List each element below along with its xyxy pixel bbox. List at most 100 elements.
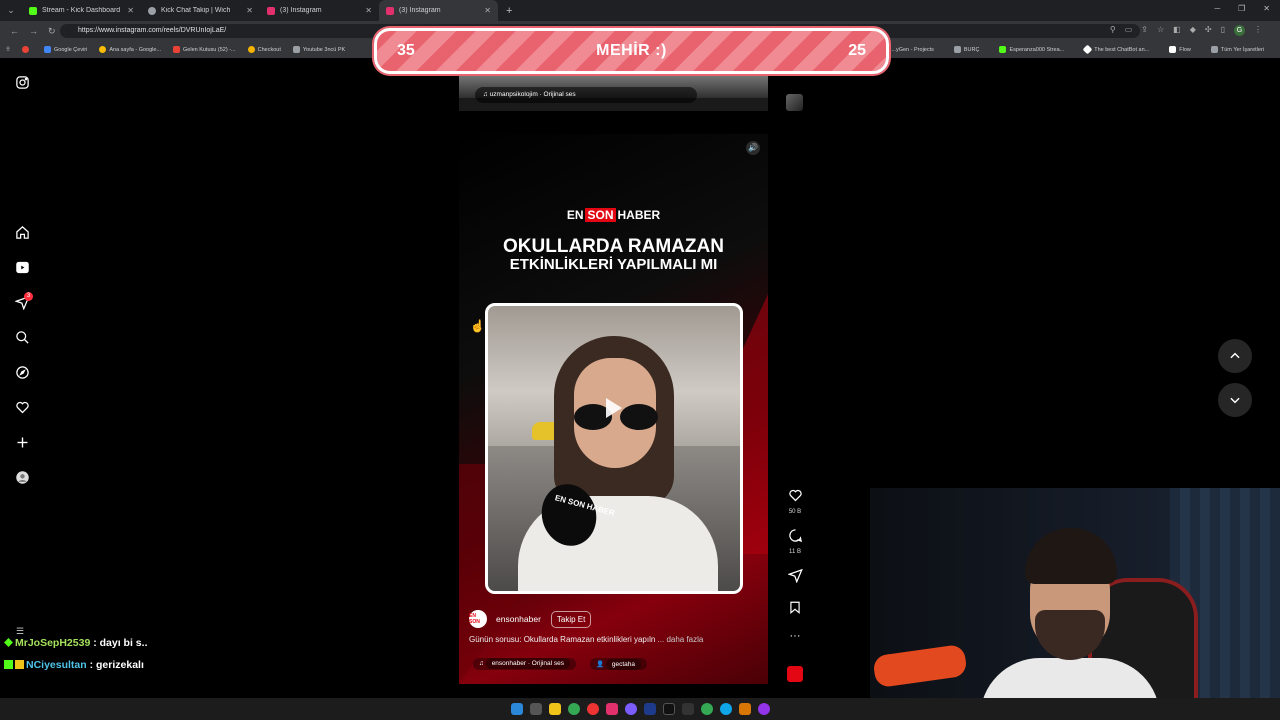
tab-search-icon[interactable]: ⌄ [0, 5, 22, 16]
follow-button[interactable]: Takip Et [550, 610, 592, 628]
bookmark-icon [99, 46, 107, 53]
tab-title: (3) Instagram [399, 7, 441, 14]
previous-reel[interactable]: ♫ uzmanpsikolojim · Orijinal ses [459, 74, 768, 111]
profile-avatar[interactable]: G [1234, 25, 1245, 36]
close-icon[interactable]: ✕ [246, 6, 253, 15]
previous-reel-button[interactable] [1218, 339, 1252, 373]
translate-icon [44, 46, 52, 53]
sidebar-icon[interactable]: ▯ [1221, 25, 1225, 36]
cast-icon[interactable]: ▭ [1125, 25, 1133, 36]
windows-start-icon[interactable] [510, 703, 523, 715]
share-icon[interactable]: ⇪ [1141, 25, 1148, 36]
bookmark-label: Google Çeviri [54, 46, 88, 53]
create-icon[interactable] [14, 434, 30, 450]
app-icon[interactable] [757, 703, 770, 715]
search-icon[interactable] [14, 329, 30, 345]
gmail-icon [173, 46, 181, 53]
zoom-icon[interactable]: ⚲ [1110, 25, 1116, 36]
explore-icon[interactable] [14, 364, 30, 380]
folder-icon [1210, 46, 1218, 53]
audio-link[interactable]: ♫ ensonhaber · Orijinal ses [473, 658, 576, 670]
menu-icon[interactable]: ⋮ [1254, 25, 1262, 36]
like-button[interactable]: 50 B [784, 488, 806, 515]
caption-more-link[interactable]: ... daha fazla [658, 635, 704, 644]
next-reel-button[interactable] [1218, 383, 1252, 417]
chrome-icon[interactable] [700, 703, 713, 715]
close-window-icon[interactable]: ✕ [1263, 4, 1270, 13]
bookmark-label: Flow [1179, 46, 1191, 53]
account-avatar[interactable]: EN SON [469, 610, 487, 628]
close-icon[interactable]: ✕ [365, 6, 372, 15]
app-icon[interactable] [738, 703, 751, 715]
share-button[interactable] [784, 568, 806, 588]
extension-icon[interactable]: ◆ [1190, 25, 1196, 36]
bookmark-label: Ana sayfa - Google... [109, 46, 162, 53]
comment-icon [788, 529, 802, 543]
bookmark-item[interactable]: BURÇ [953, 46, 979, 53]
bookmark-item[interactable]: Youtube 3ncü PK [292, 46, 345, 53]
close-icon[interactable]: ✕ [127, 6, 134, 15]
video-frame[interactable]: EN SON HABER [485, 303, 743, 594]
new-tab-button[interactable]: + [506, 5, 512, 17]
instagram-app-icon[interactable] [605, 703, 618, 715]
play-icon[interactable] [606, 398, 622, 418]
close-icon[interactable]: ✕ [484, 6, 491, 15]
photoshop-icon[interactable] [643, 703, 656, 715]
puzzle-icon[interactable]: ✣ [1205, 25, 1212, 36]
chat-username: MrJoSepH2539 [15, 637, 91, 649]
bookmark-icon [22, 46, 30, 53]
account-name[interactable]: ensonhaber [496, 614, 541, 624]
more-options-icon[interactable]: ··· [784, 630, 806, 642]
send-icon [786, 568, 803, 584]
apps-icon[interactable]: ⠿ [6, 47, 10, 53]
file-explorer-icon[interactable] [548, 703, 561, 715]
tab-instagram-1[interactable]: (3) Instagram ✕ [260, 0, 379, 21]
home-icon[interactable] [14, 224, 30, 240]
back-icon[interactable]: ← [10, 26, 19, 36]
tab-instagram-active[interactable]: (3) Instagram ✕ [379, 0, 498, 21]
profile-icon[interactable] [14, 469, 30, 485]
instagram-logo-icon[interactable] [14, 74, 30, 90]
bookmark-item[interactable]: Ana sayfa - Google... [99, 46, 161, 53]
bookmark-item[interactable]: Tüm Yer İşaretleri [1210, 46, 1264, 53]
tab-kick-chat[interactable]: Kick Chat Takip | Wich ✕ [141, 0, 260, 21]
bookmark-item[interactable]: Esperanza000 Strea... [999, 46, 1064, 53]
bookmark-item[interactable]: Flow [1169, 46, 1191, 53]
comment-button[interactable]: 11 B [784, 528, 806, 555]
reels-icon[interactable] [14, 259, 30, 275]
audio-thumbnail[interactable] [787, 666, 803, 682]
opera-icon[interactable] [586, 703, 599, 715]
maximize-icon[interactable]: ❐ [1238, 4, 1245, 13]
audio-thumbnail[interactable] [786, 94, 803, 111]
messenger-icon[interactable] [624, 703, 637, 715]
obs-icon[interactable] [681, 703, 694, 715]
chrome-icon[interactable] [567, 703, 580, 715]
bookmark-item[interactable] [22, 46, 32, 53]
audio-label[interactable]: ♫ uzmanpsikolojim · Orijinal ses [475, 87, 697, 103]
heart-icon[interactable] [14, 399, 30, 415]
task-view-icon[interactable] [529, 703, 542, 715]
bookmark-item[interactable]: Google Çeviri [44, 46, 87, 53]
forward-icon[interactable]: → [29, 26, 38, 36]
edge-icon[interactable] [719, 703, 732, 715]
bookmark-item[interactable]: The best ChatBot an... [1082, 44, 1149, 55]
speaker-icon[interactable]: 🔊 [746, 141, 760, 155]
folder-icon [292, 46, 300, 53]
comment-count: 11 B [789, 549, 801, 555]
bookmark-item[interactable]: ...yGen - Projects [891, 46, 934, 53]
caption-text: Günün sorusu: Okullarda Ramazan etkinlik… [469, 635, 656, 644]
minimize-icon[interactable]: ─ [1214, 4, 1220, 13]
reload-icon[interactable]: ↻ [48, 26, 56, 37]
tagged-user[interactable]: 👤 gectaha [589, 658, 647, 670]
star-icon[interactable]: ☆ [1157, 25, 1164, 36]
extension-icon[interactable]: ◧ [1173, 25, 1181, 36]
tab-kick-dashboard[interactable]: Stream - Kick Dashboard ✕ [22, 0, 141, 21]
tiktok-icon[interactable] [662, 703, 675, 715]
chat-username: NCiyesultan [26, 659, 87, 671]
save-button[interactable] [784, 600, 806, 620]
banner-left-count: 35 [397, 42, 415, 59]
brand-son: SON [585, 208, 616, 222]
bookmark-item[interactable]: Gelen Kutusu (52) -... [173, 46, 236, 53]
reel-player[interactable]: 🔊 EN SON HABER OKULLARDA RAMAZAN ETKİNLİKL… [459, 134, 768, 684]
bookmark-item[interactable]: Checkout [247, 46, 281, 53]
